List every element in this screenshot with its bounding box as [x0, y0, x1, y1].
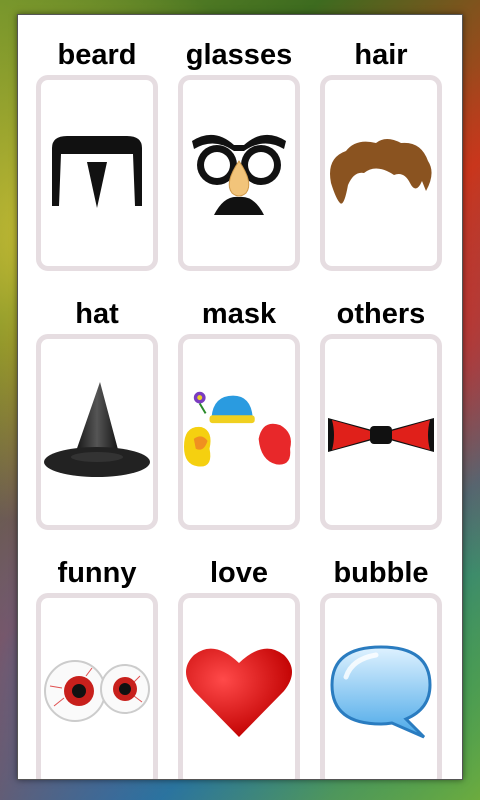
- category-label: funny: [57, 557, 137, 589]
- speech-bubble-icon: [326, 636, 436, 746]
- category-label: others: [336, 298, 426, 330]
- eyeballs-icon: [42, 636, 152, 746]
- category-hat: hat: [35, 294, 159, 530]
- category-others: others: [319, 294, 443, 530]
- beard-icon: [42, 118, 152, 228]
- category-label: bubble: [333, 557, 429, 589]
- category-card-love[interactable]: [178, 593, 300, 779]
- category-funny: funny: [35, 553, 159, 779]
- heart-icon: [184, 636, 294, 746]
- category-panel: beard glasses hair hat mask others funny…: [17, 14, 463, 780]
- category-card-beard[interactable]: [36, 75, 158, 271]
- category-grid: beard glasses hair hat mask others funny…: [35, 35, 447, 779]
- category-label: love: [209, 557, 269, 589]
- category-love: love: [177, 553, 301, 779]
- category-mask: mask: [177, 294, 301, 530]
- category-label: hair: [354, 39, 408, 71]
- category-card-glasses[interactable]: [178, 75, 300, 271]
- bow-tie-icon: [326, 377, 436, 487]
- category-label: mask: [201, 298, 277, 330]
- hat-icon: [42, 377, 152, 487]
- glasses-icon: [184, 118, 294, 228]
- category-hair: hair: [319, 35, 443, 271]
- category-label: glasses: [185, 39, 293, 71]
- category-card-hair[interactable]: [320, 75, 442, 271]
- category-card-others[interactable]: [320, 334, 442, 530]
- category-card-hat[interactable]: [36, 334, 158, 530]
- category-card-bubble[interactable]: [320, 593, 442, 779]
- category-beard: beard: [35, 35, 159, 271]
- category-glasses: glasses: [177, 35, 301, 271]
- category-card-mask[interactable]: [178, 334, 300, 530]
- category-label: hat: [75, 298, 119, 330]
- clown-mask-icon: [184, 377, 294, 487]
- category-bubble: bubble: [319, 553, 443, 779]
- hair-icon: [326, 118, 436, 228]
- category-card-funny[interactable]: [36, 593, 158, 779]
- category-label: beard: [57, 39, 137, 71]
